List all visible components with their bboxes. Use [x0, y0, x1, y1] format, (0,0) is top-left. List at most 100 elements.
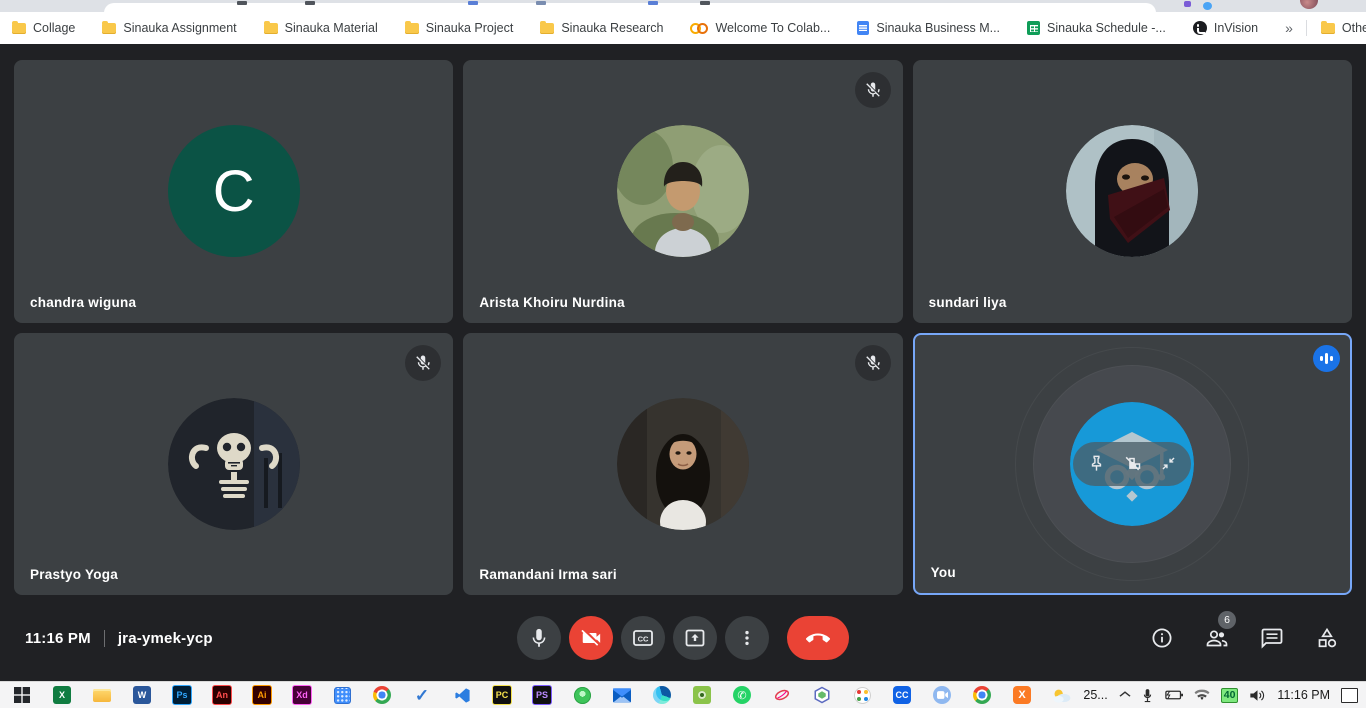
tray-microphone-icon[interactable]	[1142, 688, 1153, 703]
pinwheel-app-icon[interactable]	[842, 682, 882, 708]
bookmark-collage[interactable]: Collage	[12, 21, 75, 35]
more-options-button[interactable]	[725, 616, 769, 660]
illustrator-icon[interactable]: Ai	[242, 682, 282, 708]
weather-temperature[interactable]: 25...	[1083, 688, 1107, 702]
microphone-button[interactable]	[517, 616, 561, 660]
camera-off-button[interactable]	[569, 616, 613, 660]
audio-activity-indicator	[1313, 345, 1340, 372]
avatar-photo	[1066, 125, 1198, 257]
folder-icon	[540, 23, 554, 34]
tile-hover-actions	[1073, 442, 1191, 486]
bookmark-sinauka-research[interactable]: Sinauka Research	[540, 21, 663, 35]
whatsapp-icon[interactable]: ✆	[722, 682, 762, 708]
remove-from-grid-button[interactable]	[1120, 452, 1144, 476]
cc-glyph: CC	[638, 635, 649, 644]
folder-icon	[102, 23, 116, 34]
other-bookmarks[interactable]: Other bookmarks	[1321, 21, 1366, 35]
bookmarks-bar: Collage Sinauka Assignment Sinauka Mater…	[0, 12, 1366, 44]
mic-muted-indicator	[855, 72, 891, 108]
action-center-icon[interactable]	[1341, 688, 1358, 703]
other-bookmarks-label: Other bookmarks	[1342, 21, 1366, 35]
bookmark-invision[interactable]: InVision	[1193, 21, 1258, 35]
red-swirl-app-icon[interactable]	[762, 682, 802, 708]
speaker-icon[interactable]	[1249, 689, 1266, 702]
folder-icon	[12, 23, 26, 34]
bookmarks-overflow-chevron[interactable]: »	[1285, 20, 1292, 36]
bookmark-welcome-to-colab[interactable]: Welcome To Colab...	[690, 21, 830, 35]
address-text-fragment	[648, 1, 658, 5]
chat-button[interactable]	[1260, 626, 1284, 650]
participant-tile-chandra-wiguna[interactable]: C chandra wiguna	[14, 60, 453, 323]
divider	[1306, 20, 1307, 36]
meeting-details-button[interactable]	[1150, 626, 1174, 650]
participant-name: Arista Khoiru Nurdina	[479, 295, 625, 310]
meet-control-bar: 11:16 PM jra-ymek-ycp CC	[0, 595, 1366, 681]
bookmark-sinauka-assignment[interactable]: Sinauka Assignment	[102, 21, 236, 35]
pin-tile-button[interactable]	[1084, 452, 1108, 476]
chrome-active-icon[interactable]	[962, 682, 1002, 708]
animate-icon[interactable]: An	[202, 682, 242, 708]
google-meet-app: C chandra wiguna	[0, 44, 1366, 681]
hexagon-app-icon[interactable]	[802, 682, 842, 708]
bookmark-label: Welcome To Colab...	[715, 21, 830, 35]
word-icon[interactable]: W	[122, 682, 162, 708]
present-screen-button[interactable]	[673, 616, 717, 660]
participants-button[interactable]: 6	[1205, 626, 1229, 650]
edge-icon[interactable]	[642, 682, 682, 708]
phpstorm-icon[interactable]: PS	[522, 682, 562, 708]
extension-icon[interactable]	[1184, 1, 1191, 7]
bookmark-sinauka-schedule[interactable]: Sinauka Schedule -...	[1027, 21, 1166, 35]
participant-tile-arista[interactable]: Arista Khoiru Nurdina	[463, 60, 902, 323]
address-text-fragment	[700, 1, 710, 5]
address-text-fragment	[237, 1, 247, 5]
participant-name: You	[931, 565, 956, 580]
bookmark-sinauka-material[interactable]: Sinauka Material	[264, 21, 378, 35]
extension-icon[interactable]	[1203, 2, 1212, 10]
creative-cloud-icon[interactable]: CC	[882, 682, 922, 708]
bookmark-sinauka-business[interactable]: Sinauka Business M...	[857, 21, 1000, 35]
weather-icon[interactable]	[1052, 688, 1072, 703]
divider	[104, 630, 105, 647]
address-text-fragment	[305, 1, 315, 5]
minimize-tile-button[interactable]	[1156, 452, 1180, 476]
video-grid: C chandra wiguna	[0, 44, 1366, 595]
leave-call-button[interactable]	[787, 616, 849, 660]
activities-button[interactable]	[1315, 626, 1339, 650]
chrome-icon[interactable]	[362, 682, 402, 708]
file-explorer-icon[interactable]	[82, 682, 122, 708]
avatar-photo	[617, 398, 749, 530]
excel-icon[interactable]: X	[42, 682, 82, 708]
avatar-photo	[617, 125, 749, 257]
android-camera-icon[interactable]	[682, 682, 722, 708]
network-level-badge[interactable]: 40	[1221, 688, 1239, 703]
pycharm-icon[interactable]: PC	[482, 682, 522, 708]
visual-studio-code-icon[interactable]	[442, 682, 482, 708]
taskbar-clock[interactable]: 11:16 PM	[1277, 688, 1330, 702]
profile-avatar[interactable]	[1300, 0, 1318, 9]
zoom-icon[interactable]	[922, 682, 962, 708]
xampp-icon[interactable]: X	[1002, 682, 1042, 708]
tray-expand-chevron[interactable]	[1119, 690, 1131, 700]
battery-icon[interactable]	[1164, 689, 1183, 701]
address-bar[interactable]	[104, 3, 1156, 12]
participant-tile-prastyo-yoga[interactable]: Prastyo Yoga	[14, 333, 453, 596]
bookmark-label: Sinauka Material	[285, 21, 378, 35]
mail-icon[interactable]	[602, 682, 642, 708]
bookmark-sinauka-project[interactable]: Sinauka Project	[405, 21, 514, 35]
captions-button[interactable]: CC	[621, 616, 665, 660]
calendar-icon[interactable]	[322, 682, 362, 708]
address-text-fragment	[536, 1, 546, 5]
participant-tile-sundari-liya[interactable]: sundari liya	[913, 60, 1352, 323]
adobe-xd-icon[interactable]: Xd	[282, 682, 322, 708]
address-text-fragment	[468, 1, 478, 5]
participant-tile-ramandani[interactable]: Ramandani Irma sari	[463, 333, 902, 596]
bookmark-label: Sinauka Assignment	[123, 21, 236, 35]
google-docs-icon	[857, 21, 869, 35]
wifi-icon[interactable]	[1194, 689, 1210, 701]
participant-tile-you[interactable]: You	[913, 333, 1352, 596]
start-button[interactable]	[2, 682, 42, 708]
photoshop-icon[interactable]: Ps	[162, 682, 202, 708]
android-emulator-icon[interactable]	[562, 682, 602, 708]
mic-muted-indicator	[405, 345, 441, 381]
todo-check-icon[interactable]: ✓	[402, 682, 442, 708]
